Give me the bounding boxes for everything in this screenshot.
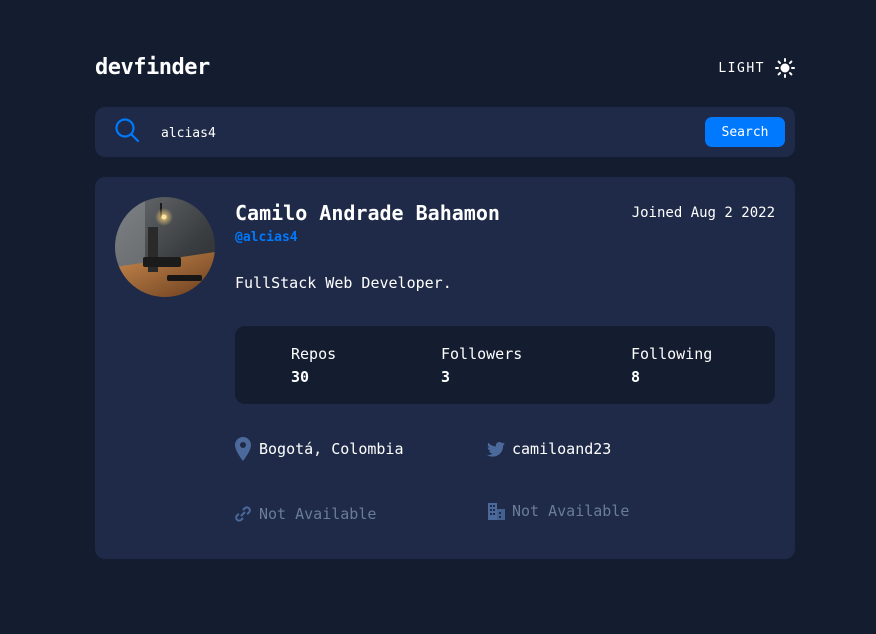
profile-login-link[interactable]: @alcias4 [235, 230, 298, 245]
joined-date: Joined Aug 2 2022 [631, 205, 775, 221]
stat-repos: Repos 30 [291, 345, 336, 386]
location-pin-icon [233, 437, 253, 461]
building-icon [486, 499, 506, 523]
theme-toggle-label: LIGHT [718, 60, 765, 76]
search-button[interactable]: Search [705, 117, 785, 147]
stat-followers: Followers 3 [441, 345, 522, 386]
stat-repos-value: 30 [291, 368, 310, 386]
stat-followers-value: 3 [441, 368, 451, 386]
link-icon [233, 502, 253, 526]
theme-toggle[interactable]: LIGHT [718, 58, 795, 78]
twitter-icon [486, 437, 506, 461]
stat-followers-label: Followers [441, 345, 523, 363]
search-icon [114, 117, 140, 147]
blog-text: Not Available [259, 505, 377, 523]
search-input[interactable] [159, 120, 663, 146]
profile-card: Camilo Andrade Bahamon Joined Aug 2 2022… [95, 177, 795, 559]
company-item: Not Available [486, 499, 629, 523]
location-text: Bogotá, Colombia [259, 440, 404, 458]
stat-following-value: 8 [631, 368, 641, 386]
avatar [115, 197, 215, 297]
logo: devfinder [95, 55, 210, 80]
company-text: Not Available [512, 502, 630, 520]
stat-repos-label: Repos [291, 345, 337, 363]
twitter-text: camiloand23 [512, 440, 612, 458]
twitter-item[interactable]: camiloand23 [486, 437, 611, 461]
profile-bio: FullStack Web Developer. [235, 274, 452, 292]
profile-name: Camilo Andrade Bahamon [235, 201, 500, 225]
stats-panel: Repos 30 Followers 3 Following 8 [235, 326, 775, 404]
header: devfinder LIGHT [95, 52, 795, 86]
stat-following: Following 8 [631, 345, 712, 386]
search-bar: Search [95, 107, 795, 157]
blog-item: Not Available [233, 502, 376, 526]
location-item: Bogotá, Colombia [233, 437, 404, 461]
stat-following-label: Following [631, 345, 713, 363]
sun-icon [775, 58, 795, 78]
